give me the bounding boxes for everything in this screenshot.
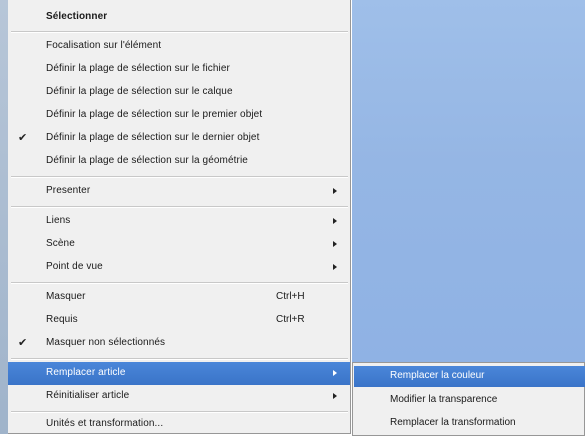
menu-item-masquer-non-selectionnes[interactable]: ✔ Masquer non sélectionnés [8,332,350,355]
menu-item-remplacer-article[interactable]: Remplacer article [8,362,350,385]
menu-separator [11,176,348,178]
menu-item-plage-dernier-objet[interactable]: ✔ Définir la plage de sélection sur le d… [8,127,350,150]
menu-item-label: Masquer non sélectionnés [46,337,166,348]
menu-item-label: Liens [46,215,71,226]
menu-item-label: Scène [46,238,75,249]
submenu-item-remplacer-transformation[interactable]: Remplacer la transformation [354,413,585,434]
submenu-arrow-icon [333,241,337,247]
background-window-edge [0,0,8,439]
menu-item-label: Définir la plage de sélection sur le cal… [46,86,233,97]
menu-item-label: Unités et transformation... [46,418,164,429]
menu-item-label: Presenter [46,185,91,196]
submenu-item-modifier-transparence[interactable]: Modifier la transparence [354,390,585,411]
menu-item-focalisation[interactable]: Focalisation sur l'élément [8,35,350,58]
shortcut-label: Ctrl+R [276,314,305,325]
menu-item-label: Définir la plage de sélection sur le der… [46,132,260,143]
menu-title-label: Sélectionner [46,11,108,22]
context-menu: Sélectionner Focalisation sur l'élément … [8,0,351,434]
submenu-arrow-icon [333,393,337,399]
menu-item-label: Réinitialiser article [46,390,130,401]
menu-item-label: Définir la plage de sélection sur le pre… [46,109,263,120]
menu-item-label: Masquer [46,291,86,302]
checkmark-icon: ✔ [18,337,28,349]
menu-item-plage-calque[interactable]: Définir la plage de sélection sur le cal… [8,81,350,104]
menu-item-liens[interactable]: Liens [8,210,350,233]
submenu-arrow-icon [333,188,337,194]
submenu-item-label: Remplacer la couleur [390,370,485,381]
shortcut-label: Ctrl+H [276,291,305,302]
submenu-item-label: Remplacer la transformation [390,417,516,428]
menu-item-unites-transformation[interactable]: Unités et transformation... [8,413,350,436]
menu-item-label: Focalisation sur l'élément [46,40,162,51]
menu-item-plage-geometrie[interactable]: Définir la plage de sélection sur la géo… [8,150,350,173]
menu-item-plage-premier-objet[interactable]: Définir la plage de sélection sur le pre… [8,104,350,127]
menu-separator [11,282,348,284]
menu-title-selectionner[interactable]: Sélectionner [8,5,350,28]
submenu-item-remplacer-couleur[interactable]: Remplacer la couleur [354,366,585,387]
menu-item-point-de-vue[interactable]: Point de vue [8,256,350,279]
menu-item-label: Requis [46,314,78,325]
menu-item-label: Définir la plage de sélection sur le fic… [46,63,230,74]
menu-item-requis[interactable]: Requis Ctrl+R [8,309,350,332]
submenu-arrow-icon [333,264,337,270]
menu-item-label: Point de vue [46,261,103,272]
menu-item-plage-fichier[interactable]: Définir la plage de sélection sur le fic… [8,58,350,81]
submenu-arrow-icon [333,370,337,376]
submenu-remplacer-article: Remplacer la couleur Modifier la transpa… [352,362,585,436]
desktop-background [352,0,585,362]
menu-separator [11,31,348,33]
menu-separator [11,206,348,208]
menu-item-label: Remplacer article [46,367,126,378]
menu-item-label: Définir la plage de sélection sur la géo… [46,155,248,166]
submenu-arrow-icon [333,218,337,224]
menu-item-reinitialiser-article[interactable]: Réinitialiser article [8,385,350,408]
menu-item-masquer[interactable]: Masquer Ctrl+H [8,286,350,309]
checkmark-icon: ✔ [18,132,28,144]
submenu-item-label: Modifier la transparence [390,394,498,405]
menu-item-presenter[interactable]: Presenter [8,180,350,203]
menu-separator [11,358,348,360]
menu-item-scene[interactable]: Scène [8,233,350,256]
